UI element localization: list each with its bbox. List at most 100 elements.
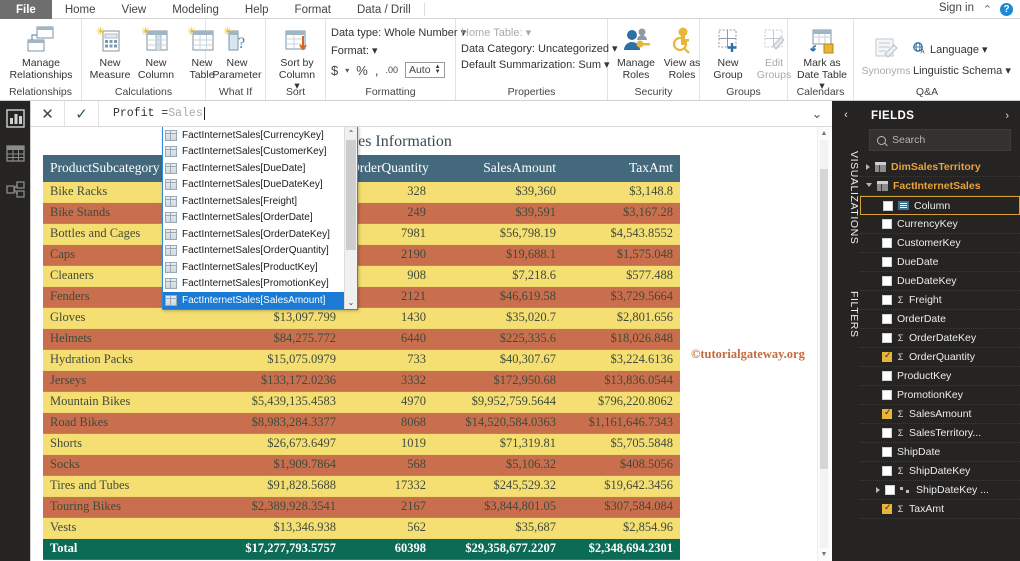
autocomplete-item[interactable]: FactInternetSales[ProductKey] (163, 259, 357, 276)
field-checkbox[interactable] (882, 428, 892, 438)
mark-as-date-table-button[interactable]: Mark as Date Table ▾ (793, 22, 851, 93)
currency-dropdown-icon[interactable]: ▾ (345, 66, 349, 75)
ribbon-tab-home[interactable]: Home (52, 0, 109, 19)
table-column-header[interactable]: TaxAmt (563, 155, 680, 182)
fields-field-item[interactable]: CurrencyKey (860, 215, 1020, 234)
currency-format-button[interactable]: $ (331, 63, 338, 78)
field-checkbox[interactable] (882, 371, 892, 381)
autocomplete-item[interactable]: FactInternetSales[CustomerKey] (163, 144, 357, 161)
fields-field-item[interactable]: CustomerKey (860, 234, 1020, 253)
field-checkbox[interactable] (882, 295, 892, 305)
fields-field-item[interactable]: Column (860, 196, 1020, 215)
chevron-right-icon[interactable] (876, 487, 880, 493)
ribbon-tab-data-drill[interactable]: Data / Drill (344, 0, 424, 19)
table-visual[interactable]: ProductSubcategorySalesOrderQuantitySale… (43, 155, 680, 560)
chevron-right-icon[interactable] (866, 164, 870, 170)
field-checkbox[interactable] (882, 276, 892, 286)
data-category-dropdown[interactable]: Data Category: Uncategorized ▾ (461, 42, 618, 55)
fields-field-item[interactable]: Σ SalesAmount (860, 405, 1020, 424)
decimal-auto-stepper[interactable]: Auto ▲ ▼ (404, 62, 445, 78)
field-checkbox[interactable] (885, 485, 895, 495)
new-column-button[interactable]: ✳ New Column (133, 22, 179, 81)
table-row[interactable]: Touring Bikes $2,389,928.3541 2167 $3,844,8… (43, 496, 680, 518)
formula-expand-icon[interactable]: ⌄ (802, 101, 832, 126)
sort-by-column-button[interactable]: Sort by Column ▾ (271, 22, 323, 93)
table-row[interactable]: Gloves $13,097.799 1430 $35,020.7 $2,801.656 (43, 307, 680, 329)
ribbon-tab-file[interactable]: File (0, 0, 52, 19)
new-parameter-button[interactable]: ? ✳ New Parameter (211, 22, 263, 81)
fields-field-item[interactable]: OrderDate (860, 310, 1020, 329)
field-checkbox[interactable] (882, 238, 892, 248)
table-column-header[interactable]: SalesAmount (433, 155, 563, 182)
format-dropdown[interactable]: Format: ▾ (331, 44, 450, 57)
chevron-down-icon[interactable] (866, 182, 872, 190)
ribbon-tab-format[interactable]: Format (282, 0, 344, 19)
field-checkbox[interactable] (882, 219, 892, 229)
scroll-up-icon[interactable]: ⌃ (345, 127, 357, 140)
language-dropdown[interactable]: A Language ▾ (913, 41, 1011, 57)
view-as-roles-button[interactable]: View as Roles (659, 22, 705, 81)
fields-field-item[interactable]: Σ OrderQuantity (860, 348, 1020, 367)
table-row[interactable]: Socks $1,909.7864 568 $5,106.32 $408.5056 (43, 454, 680, 476)
table-row[interactable]: Jerseys $133,172.0236 3332 $172,950.68 $13,8… (43, 370, 680, 392)
fields-field-item[interactable]: ShipDateKey ... (860, 481, 1020, 500)
new-measure-button[interactable]: ✳ New Measure (87, 22, 133, 81)
field-checkbox[interactable] (882, 466, 892, 476)
fields-field-item[interactable]: PromotionKey (860, 386, 1020, 405)
fields-field-item[interactable]: DueDate (860, 253, 1020, 272)
collapse-fields-pane-icon[interactable]: › (1005, 110, 1009, 122)
ribbon-tab-help[interactable]: Help (232, 0, 282, 19)
field-checkbox[interactable] (882, 314, 892, 324)
autocomplete-item[interactable]: FactInternetSales[PromotionKey] (163, 276, 357, 293)
data-view-icon[interactable] (5, 145, 25, 164)
formula-accept-button[interactable]: ✓ (65, 101, 99, 126)
fields-field-item[interactable]: Σ TaxAmt (860, 500, 1020, 519)
canvas-vertical-scrollbar[interactable]: ▲ ▼ (817, 127, 830, 561)
collapse-ribbon-icon[interactable]: ⌃ (983, 3, 992, 16)
field-checkbox[interactable] (882, 407, 892, 419)
canvas-scroll-thumb[interactable] (820, 169, 828, 469)
comma-format-button[interactable]: , (375, 63, 379, 78)
formula-autocomplete-dropdown[interactable]: FactInternetSales[CurrencyKey] FactIntern… (162, 127, 358, 310)
table-row[interactable]: Mountain Bikes $5,439,135.4583 4970 $9,952,… (43, 391, 680, 413)
autocomplete-item[interactable]: FactInternetSales[OrderDateKey] (163, 226, 357, 243)
autocomplete-item[interactable]: FactInternetSales[OrderDate] (163, 210, 357, 227)
table-row[interactable]: Caps 2190 $19,688.1 $1,575.048 (43, 244, 680, 266)
fields-field-item[interactable]: ShipDate (860, 443, 1020, 462)
expand-panels-icon[interactable]: ‹ (832, 101, 860, 121)
sign-in-link[interactable]: Sign in (939, 2, 974, 14)
autocomplete-item[interactable]: FactInternetSales[CurrencyKey] (163, 127, 357, 144)
canvas-scroll-down-icon[interactable]: ▼ (818, 548, 830, 561)
fields-search-input[interactable]: Search (869, 129, 1011, 151)
autocomplete-item[interactable]: FactInternetSales[DueDate] (163, 160, 357, 177)
decimal-places-button[interactable]: .00 (385, 65, 398, 75)
field-checkbox[interactable] (882, 447, 892, 457)
fields-table-node[interactable]: FactInternetSales (860, 177, 1020, 196)
percent-format-button[interactable]: % (356, 63, 368, 78)
table-row[interactable]: Shorts $26,673.6497 1019 $71,319.81 $5,705.5… (43, 433, 680, 455)
field-checkbox[interactable] (882, 333, 892, 343)
table-row[interactable]: Cleaners 908 $7,218.6 $577.488 (43, 265, 680, 287)
field-checkbox[interactable] (882, 257, 892, 267)
fields-field-item[interactable]: Σ OrderDateKey (860, 329, 1020, 348)
table-row[interactable]: Bike Racks 328 $39,360 $3,148.8 (43, 182, 680, 203)
help-icon[interactable]: ? (1000, 3, 1013, 16)
fields-field-item[interactable]: DueDateKey (860, 272, 1020, 291)
visualizations-panel-label[interactable]: VISUALIZATIONS (832, 133, 860, 263)
field-checkbox[interactable] (883, 200, 893, 211)
field-checkbox[interactable] (882, 350, 892, 362)
ribbon-tab-view[interactable]: View (109, 0, 160, 19)
table-row[interactable]: Vests $13,346.938 562 $35,687 $2,854.96 (43, 517, 680, 539)
scroll-down-icon[interactable]: ⌄ (345, 295, 357, 309)
formula-cancel-button[interactable]: ✕ (31, 101, 65, 126)
report-view-icon[interactable] (5, 109, 25, 128)
autocomplete-item[interactable]: FactInternetSales[DueDateKey] (163, 177, 357, 194)
autocomplete-scrollbar[interactable]: ⌃ ⌄ (344, 127, 357, 309)
table-row[interactable]: Hydration Packs $15,075.0979 733 $40,307.67… (43, 349, 680, 371)
fields-field-item[interactable]: Σ ShipDateKey (860, 462, 1020, 481)
field-checkbox[interactable] (882, 390, 892, 400)
fields-field-item[interactable]: ProductKey (860, 367, 1020, 386)
formula-input[interactable]: Profit = Sales (99, 101, 802, 126)
autocomplete-item[interactable]: FactInternetSales[SalesAmount] (163, 292, 357, 309)
autocomplete-item[interactable]: FactInternetSales[Freight] (163, 193, 357, 210)
